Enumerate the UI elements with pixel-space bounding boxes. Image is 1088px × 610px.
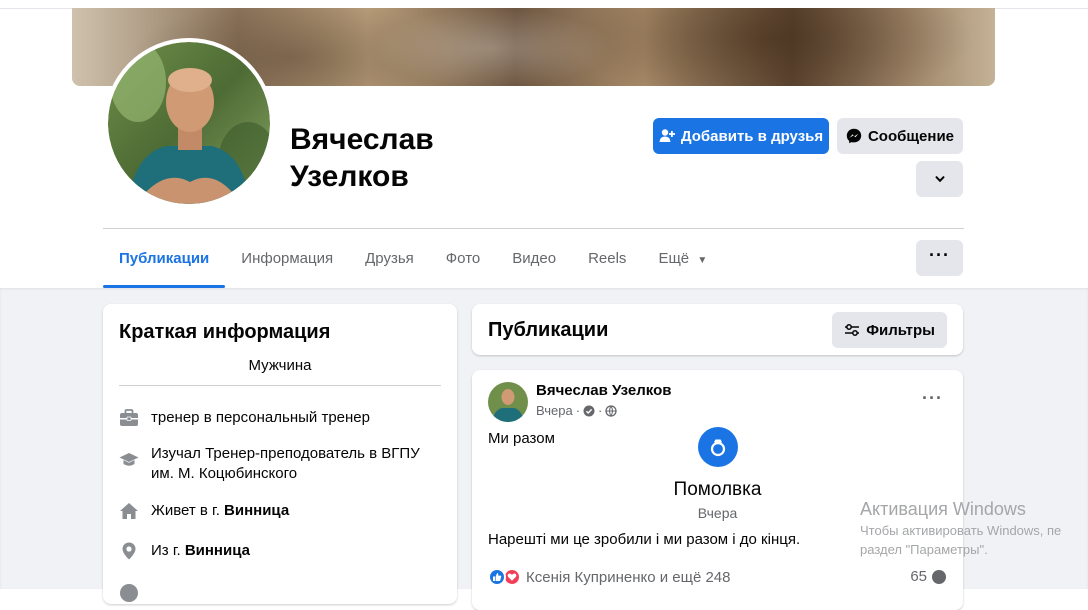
filter-sliders-icon [845,324,860,336]
post-time[interactable]: Вчера [536,403,573,418]
filters-label: Фильтры [866,321,935,339]
intro-next-row [119,583,441,603]
tab-label: Фото [445,250,481,267]
chevron-down-icon [935,176,944,183]
intro-title: Краткая информация [119,321,331,343]
publications-header-card: Публикации Фильтры [472,304,963,355]
from-prefix: Из г. [151,542,185,559]
messenger-icon [846,128,862,144]
profile-more-button[interactable]: ··· [916,240,963,276]
post-card: Вячеслав Узелков Вчера · · ··· Ми разом … [472,370,963,610]
lives-prefix: Живет в г. [151,502,225,519]
tab-more[interactable]: Ещё ▼ [642,240,723,278]
life-event-date: Вчера [697,505,738,521]
add-friend-icon [659,129,675,142]
home-icon [120,503,138,519]
tab-label: Reels [588,250,627,267]
meta-separator-2: · [598,403,603,418]
intro-from-row: Из г. Винница [119,541,441,561]
comments-number: 65 [910,568,927,585]
intro-lives-row: Живет в г. Винница [119,501,441,521]
comment-bubble-icon [932,569,946,584]
life-event-icon [583,405,595,416]
post-meta: Вчера · · [536,403,618,418]
tab-label: Информация [241,250,334,267]
intro-work-text: тренер в персональный тренер [151,409,370,426]
globe-icon [605,404,618,417]
intro-education-row: Изучал Тренер-преподователь в ВГПУ им. М… [119,444,441,484]
tab-label: Публикации [119,250,210,267]
intro-from-text: Из г. Винница [151,541,250,561]
profile-photo [108,42,270,204]
add-friend-button[interactable]: Добавить в друзья [653,118,829,154]
header-divider [103,228,964,229]
intro-work-row: тренер в персональный тренер [119,408,441,428]
tab-photos[interactable]: Фото [430,240,496,278]
profile-avatar[interactable] [104,38,274,208]
tab-videos[interactable]: Видео [496,240,572,278]
add-friend-label: Добавить в друзья [680,127,824,145]
tab-reels[interactable]: Reels [572,240,642,278]
post-author-avatar[interactable] [488,382,528,422]
tab-label: Ещё [658,250,690,267]
post-body-text: Нарешті ми це зробили і ми разом і до кі… [488,531,801,548]
comments-count[interactable]: 65 [910,568,947,585]
reactions-summary[interactable]: Ксенія Куприненко и ещё 248 [488,568,731,586]
more-actions-dropdown-button[interactable] [916,161,963,197]
message-label: Сообщение [867,127,955,145]
post-text: Ми разом [488,430,555,447]
location-pin-icon [122,542,136,560]
intro-divider [119,385,441,386]
caret-down-icon: ▼ [697,255,708,266]
life-event-title: Помолвка [673,479,762,500]
intro-gender: Мужчина [248,357,312,374]
filters-button[interactable]: Фильтры [832,312,947,348]
tab-label: Друзья [365,250,414,267]
from-city[interactable]: Винница [185,542,250,559]
profile-tabs: Публикации Информация Друзья Фото Видео … [103,240,723,288]
tab-friends[interactable]: Друзья [349,240,430,278]
briefcase-icon [120,409,138,426]
intro-education-text: Изучал Тренер-преподователь в ВГПУ им. М… [151,445,420,482]
graduation-cap-icon [119,453,139,466]
tab-label: Видео [512,250,557,267]
intro-card: Краткая информация Мужчина тренер в перс… [103,304,457,604]
like-reaction-icon [488,568,506,586]
intro-lives-text: Живет в г. Винница [151,501,289,521]
profile-name: Вячеслав Узелков [290,123,434,193]
lives-city[interactable]: Винница [224,502,289,519]
clock-icon [120,584,138,602]
reactions-text: Ксенія Куприненко и ещё 248 [526,568,731,586]
publications-title: Публикации [488,319,609,341]
post-more-options[interactable]: ··· [922,388,943,409]
more-icon: ··· [929,245,950,265]
engagement-ring-icon [698,427,738,467]
message-button[interactable]: Сообщение [837,118,963,154]
tab-info[interactable]: Информация [225,240,349,278]
post-author-name[interactable]: Вячеслав Узелков [536,382,671,399]
post-author-photo [488,382,528,422]
tab-publications[interactable]: Публикации [103,240,226,288]
meta-separator: · [575,403,581,418]
